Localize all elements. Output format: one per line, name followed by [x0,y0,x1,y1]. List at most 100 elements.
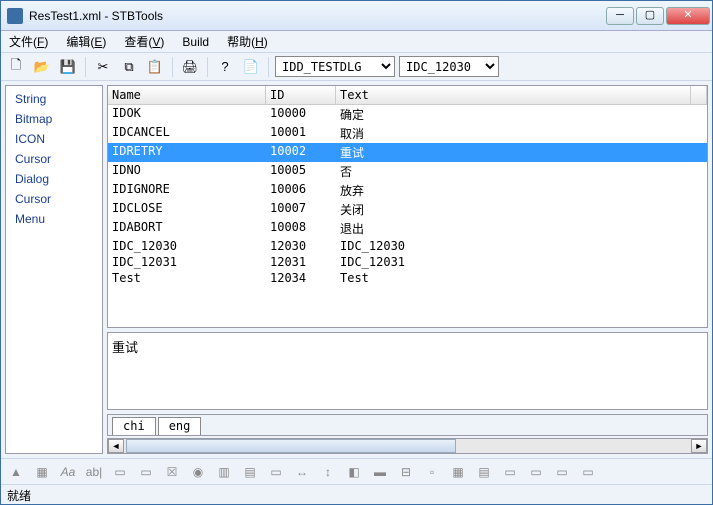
app-icon [7,8,23,24]
table-row[interactable]: IDC_1203112031IDC_12031 [108,254,707,270]
toolbar: 🗋 📂 💾 ✂ ⧉ 📋 🖨 ? 📄 IDD_TESTDLG IDC_12030 [1,53,712,81]
cell-id: 12030 [266,238,336,254]
button-tool-icon[interactable]: ▭ [137,463,155,481]
col-name[interactable]: Name [108,86,266,104]
cell-id: 12034 [266,270,336,286]
main-panel: Name ID Text IDOK10000确定IDCANCEL10001取消I… [107,85,708,454]
new-icon[interactable]: 🗋 [5,56,27,78]
detail-panel[interactable]: 重试 [107,332,708,410]
menu-edit[interactable]: 编辑(E) [62,31,110,52]
tool-palette: ▲ ▦ Aa ab| ▭ ▭ ☒ ◉ ▥ ▤ ▭ ↔ ↕ ◧ ▬ ⊟ ▫ ▦ ▤… [1,458,712,484]
lang-tabs: chieng [107,414,708,436]
sidebar-item-icon[interactable]: ICON [9,129,99,149]
scroll-left-icon[interactable]: ◄ [108,439,124,453]
cell-name: Test [108,270,266,286]
datetime-tool-icon[interactable]: ▭ [579,463,597,481]
info-icon[interactable]: 📄 [240,56,262,78]
table-row[interactable]: IDOK10000确定 [108,105,707,124]
menubar: 文件(F) 编辑(E) 查看(V) Build 帮助(H) [1,31,712,53]
sidebar: StringBitmapICONCursorDialogCursorMenu [5,85,103,454]
cell-name: IDABORT [108,219,266,238]
horizontal-scrollbar[interactable]: ◄ ► [107,438,708,454]
titlebar[interactable]: ResTest1.xml - STBTools ─ ▢ ✕ [1,1,712,31]
col-id[interactable]: ID [266,86,336,104]
cell-name: IDOK [108,105,266,124]
scroll-thumb[interactable] [126,439,456,453]
cell-text: IDC_12030 [336,238,707,254]
col-text[interactable]: Text [336,86,691,104]
menu-view[interactable]: 查看(V) [120,31,168,52]
minimize-button[interactable]: ─ [606,7,634,25]
cell-text: IDC_12031 [336,254,707,270]
group-icon[interactable]: ▭ [111,463,129,481]
table-row[interactable]: IDABORT10008退出 [108,219,707,238]
font-icon[interactable]: Aa [59,463,77,481]
vscroll-tool-icon[interactable]: ↕ [319,463,337,481]
progress-tool-icon[interactable]: ▬ [371,463,389,481]
cell-id: 10006 [266,181,336,200]
cell-id: 12031 [266,254,336,270]
menu-build[interactable]: Build [178,33,213,51]
menu-help[interactable]: 帮助(H) [223,31,272,52]
hotkey-tool-icon[interactable]: ▫ [423,463,441,481]
label-icon[interactable]: ab| [85,463,103,481]
paste-icon[interactable]: 📋 [144,56,166,78]
listctrl-tool-icon[interactable]: ▦ [449,463,467,481]
table-row[interactable]: IDIGNORE10006放弃 [108,181,707,200]
checkbox-tool-icon[interactable]: ☒ [163,463,181,481]
table-row[interactable]: Test12034Test [108,270,707,286]
pointer-icon[interactable]: ▲ [7,463,25,481]
slider-tool-icon[interactable]: ⊟ [397,463,415,481]
cell-name: IDCANCEL [108,124,266,143]
table-row[interactable]: IDRETRY10002重试 [108,143,707,162]
animate-tool-icon[interactable]: ▭ [527,463,545,481]
sidebar-item-cursor[interactable]: Cursor [9,189,99,209]
sidebar-item-dialog[interactable]: Dialog [9,169,99,189]
cell-name: IDC_12031 [108,254,266,270]
cell-name: IDRETRY [108,143,266,162]
maximize-button[interactable]: ▢ [636,7,664,25]
pan-icon[interactable]: ▦ [33,463,51,481]
table-row[interactable]: IDCLOSE10007关闭 [108,200,707,219]
close-button[interactable]: ✕ [666,7,710,25]
sidebar-item-menu[interactable]: Menu [9,209,99,229]
resource-table: Name ID Text IDOK10000确定IDCANCEL10001取消I… [107,85,708,328]
sidebar-item-bitmap[interactable]: Bitmap [9,109,99,129]
hscroll-tool-icon[interactable]: ↔ [293,463,311,481]
cell-text: 确定 [336,105,707,124]
open-icon[interactable]: 📂 [31,56,53,78]
table-row[interactable]: IDC_1203012030IDC_12030 [108,238,707,254]
print-icon[interactable]: 🖨 [179,56,201,78]
edit-tool-icon[interactable]: ▭ [267,463,285,481]
table-row[interactable]: IDCANCEL10001取消 [108,124,707,143]
cell-text: 重试 [336,143,707,162]
table-row[interactable]: IDNO10005否 [108,162,707,181]
tab-tool-icon[interactable]: ▭ [501,463,519,481]
tree-tool-icon[interactable]: ▤ [475,463,493,481]
langtab-eng[interactable]: eng [158,417,202,435]
combo-tool-icon[interactable]: ▥ [215,463,233,481]
cell-text: 取消 [336,124,707,143]
window-title: ResTest1.xml - STBTools [29,9,606,23]
help-icon[interactable]: ? [214,56,236,78]
spin-tool-icon[interactable]: ◧ [345,463,363,481]
cut-icon[interactable]: ✂ [92,56,114,78]
save-icon[interactable]: 💾 [57,56,79,78]
radio-tool-icon[interactable]: ◉ [189,463,207,481]
list-tool-icon[interactable]: ▤ [241,463,259,481]
dialog-dropdown[interactable]: IDD_TESTDLG [275,56,395,77]
col-spacer [691,86,707,104]
cell-name: IDNO [108,162,266,181]
control-dropdown[interactable]: IDC_12030 [399,56,499,77]
copy-icon[interactable]: ⧉ [118,56,140,78]
langtab-chi[interactable]: chi [112,417,156,435]
richedit-tool-icon[interactable]: ▭ [553,463,571,481]
sidebar-item-string[interactable]: String [9,89,99,109]
menu-file[interactable]: 文件(F) [5,31,52,52]
cell-id: 10007 [266,200,336,219]
scroll-right-icon[interactable]: ► [691,439,707,453]
cell-text: 关闭 [336,200,707,219]
cell-name: IDIGNORE [108,181,266,200]
cell-name: IDC_12030 [108,238,266,254]
sidebar-item-cursor[interactable]: Cursor [9,149,99,169]
